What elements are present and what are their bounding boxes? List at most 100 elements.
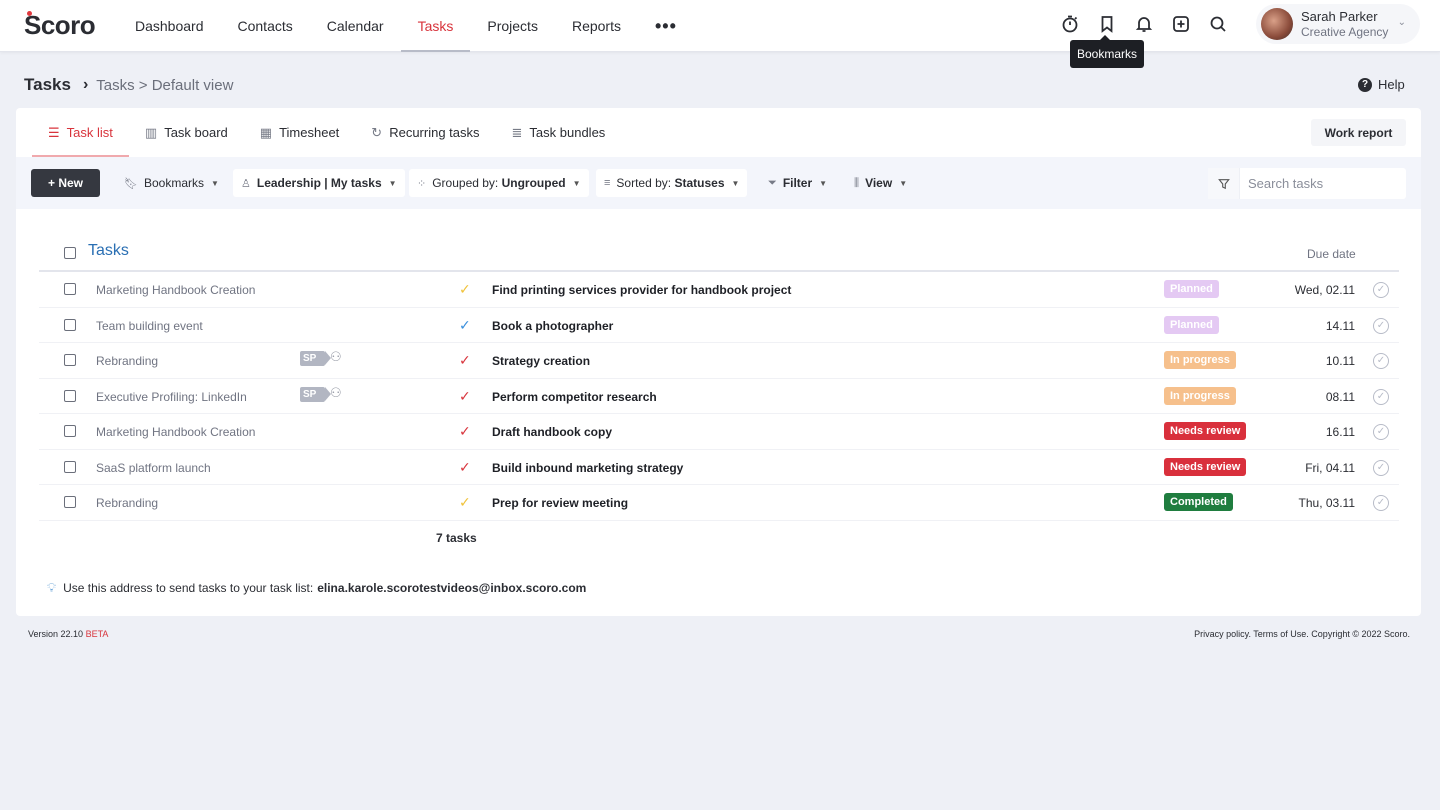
view-dropdown[interactable]: ⫼ View ▼ [846,169,915,197]
project-name[interactable]: Rebranding [96,496,158,510]
recurring-icon: ↻ [371,124,383,140]
status-badge[interactable]: In progress [1164,386,1236,405]
due-date: Thu, 03.11 [1298,496,1355,510]
timer-icon[interactable] [1052,8,1088,40]
table-row[interactable]: Rebranding ✓ Prep for review meeting Comple… [39,485,1399,521]
priority-check-icon: ✓ [459,352,471,368]
caret-down-icon: ▼ [899,178,908,188]
complete-check-icon[interactable]: ✓ [1373,495,1389,511]
status-badge[interactable]: Needs review [1164,422,1247,440]
priority-check-icon: ✓ [459,281,471,297]
sort-icon: ≡ [604,177,611,189]
tab-recurring-tasks[interactable]: ↻ Recurring tasks [355,108,495,157]
task-name[interactable]: Book a photographer [492,319,613,333]
help-label: Help [1378,77,1405,92]
breadcrumb-separator: › [82,76,89,93]
project-name[interactable]: Marketing Handbook Creation [96,283,255,297]
complete-check-icon[interactable]: ✓ [1373,353,1389,369]
table-row[interactable]: Marketing Handbook Creation ✓ Draft handbo… [39,414,1399,450]
table-row[interactable]: Marketing Handbook Creation ✓ Find printin… [39,272,1399,308]
tab-task-list[interactable]: ☰ Task list [32,108,129,157]
caret-down-icon: ▼ [572,178,581,188]
tab-timesheet[interactable]: ▦ Timesheet [244,108,356,157]
project-name[interactable]: SaaS platform launch [96,461,211,475]
table-header: Tasks Due date [39,234,1399,272]
tab-task-board[interactable]: ▥ Task board [129,108,244,157]
help-icon: ? [1358,77,1372,92]
legal-links[interactable]: Privacy policy. Terms of Use. Copyright … [1194,629,1410,639]
avatar [1261,8,1293,40]
bell-icon[interactable] [1126,8,1162,40]
task-toolbar: + New 🔖︎ Bookmarks ▼ ♙ Leadership | My task… [16,157,1421,209]
nav-dashboard[interactable]: Dashboard [118,0,221,52]
row-checkbox[interactable] [64,318,76,331]
user-menu[interactable]: Sarah Parker Creative Agency ⌄ [1256,4,1420,44]
filter-dropdown[interactable]: ⏷ Filter ▼ [760,169,835,197]
breadcrumb-root[interactable]: Tasks [24,75,71,95]
row-checkbox[interactable] [64,496,76,508]
select-all-checkbox[interactable] [64,247,76,259]
user-org: Creative Agency [1301,25,1389,39]
due-date-header[interactable]: Due date [1307,247,1356,261]
complete-check-icon[interactable]: ✓ [1373,388,1389,405]
row-checkbox[interactable] [64,389,76,402]
people-icon: ⚇ [330,384,342,400]
table-row[interactable]: Team building event ✓ Book a photographer P… [39,308,1399,343]
task-name[interactable]: Prep for review meeting [492,496,628,510]
nav-calendar[interactable]: Calendar [310,0,401,52]
nav-more-button[interactable]: ••• [638,0,694,52]
complete-check-icon[interactable]: ✓ [1373,282,1389,298]
table-row[interactable]: Rebranding SP ⚇ ✓ Strategy creation In progre… [39,343,1399,379]
project-name[interactable]: Executive Profiling: LinkedIn [96,390,247,404]
chevron-down-icon: ⌄ [1397,17,1406,28]
table-title[interactable]: Tasks [88,242,129,260]
columns-icon: ⫼ [854,176,860,189]
nav-tasks[interactable]: Tasks [400,0,471,52]
status-badge[interactable]: Completed [1164,493,1233,511]
table-row[interactable]: Executive Profiling: LinkedIn SP ⚇ ✓ Perform… [39,379,1399,414]
status-badge[interactable]: Needs review [1164,457,1247,476]
bookmarks-tooltip: Bookmarks [1070,35,1145,68]
task-name[interactable]: Draft handbook copy [492,425,612,439]
status-badge[interactable]: Planned [1164,315,1219,334]
scoro-logo[interactable]: Scoro [24,10,96,41]
complete-check-icon[interactable]: ✓ [1373,317,1389,334]
sorted-by-dropdown[interactable]: ≡ Sorted by: Statuses ▼ [596,169,748,197]
caret-down-icon: ▼ [211,178,219,188]
search-tasks-input[interactable] [1240,176,1400,191]
task-name[interactable]: Find printing services provider for hand… [492,283,791,297]
row-checkbox[interactable] [64,354,76,366]
bookmarks-dropdown[interactable]: 🔖︎ Bookmarks ▼ [116,169,227,197]
nav-reports[interactable]: Reports [555,0,638,52]
add-icon[interactable] [1163,8,1199,40]
view-filter-dropdown[interactable]: ♙ Leadership | My tasks ▼ [233,169,405,197]
task-name[interactable]: Build inbound marketing strategy [492,461,683,475]
row-checkbox[interactable] [64,425,76,437]
complete-check-icon[interactable]: ✓ [1373,424,1389,440]
grouped-by-dropdown[interactable]: ⁘ Grouped by: Ungrouped ▼ [409,169,589,197]
help-link[interactable]: ? Help [1358,77,1405,92]
nav-projects[interactable]: Projects [470,0,555,52]
status-badge[interactable]: In progress [1164,351,1236,369]
project-name[interactable]: Team building event [96,319,203,333]
status-badge[interactable]: Planned [1164,280,1219,298]
project-name[interactable]: Marketing Handbook Creation [96,425,255,439]
work-report-button[interactable]: Work report [1311,119,1406,146]
task-name[interactable]: Perform competitor research [492,390,657,404]
tab-task-bundles[interactable]: ≣ Task bundles [496,108,622,157]
new-task-button[interactable]: + New [31,169,100,197]
project-name[interactable]: Rebranding [96,354,158,368]
due-date: 08.11 [1325,389,1355,404]
row-checkbox[interactable] [64,460,76,473]
grid-icon: ▦ [259,124,273,140]
board-icon: ▥ [144,124,158,140]
search-icon[interactable] [1200,8,1236,40]
filter-icon[interactable] [1208,168,1240,199]
task-name[interactable]: Strategy creation [492,354,590,368]
lightbulb-icon: 💡︎ [47,580,57,595]
nav-contacts[interactable]: Contacts [221,0,310,52]
row-checkbox[interactable] [64,283,76,295]
complete-check-icon[interactable]: ✓ [1373,459,1389,476]
table-row[interactable]: SaaS platform launch ✓ Build inbound marke… [39,450,1399,485]
task-email-address[interactable]: elina.karole.scorotestvideos@inbox.scoro… [317,581,586,595]
